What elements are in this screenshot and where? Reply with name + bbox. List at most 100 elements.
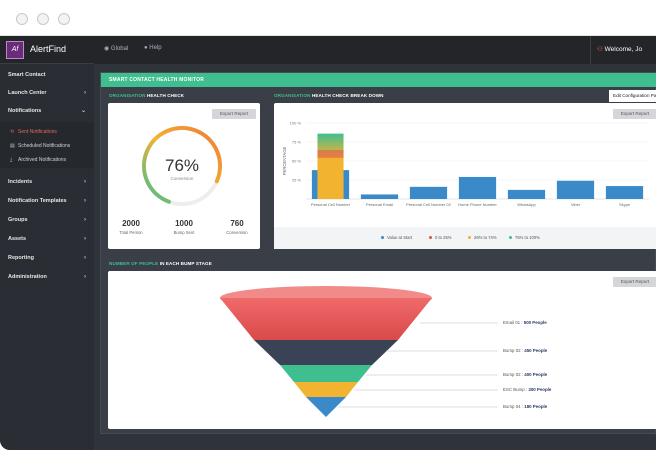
user-icon: ⚇ (597, 46, 603, 53)
legend-dot-icon (381, 236, 384, 240)
window-close-dot[interactable] (16, 13, 28, 25)
y-tick-label: 50 % (292, 159, 302, 164)
health-check-panel: Export Report 76% Conversion 2000 Total … (108, 103, 260, 249)
help-icon: ● (144, 45, 148, 51)
legend-dot-icon (429, 236, 432, 240)
chevron-right-icon: › (84, 236, 86, 242)
bar-skype (605, 186, 644, 199)
sidebar-item-smart-contact[interactable]: Smart Contact (0, 66, 94, 84)
legend-75-to-100: 75% to 100% (509, 235, 540, 240)
browser-frame: Af AlertFind Smart Contact Launch Center… (0, 0, 656, 450)
sidebar-item-label: Assets (8, 236, 27, 242)
global-link[interactable]: ◉ Global (104, 45, 128, 52)
sidebar-subitem-archived-notifications[interactable]: ⤓ Archived Notifications (0, 153, 94, 167)
funnel-label-5: Bump 04 : 180 People (503, 404, 548, 409)
chevron-down-icon: ⌄ (80, 108, 86, 114)
breakdown-title: ORGANISATION HEALTH CHECK BREAK DOWN (274, 93, 384, 98)
sidebar-item-label: Reporting (8, 255, 34, 261)
legend-dot-icon (468, 236, 471, 240)
bar-personal-email (360, 194, 399, 199)
y-tick-label: 75 % (292, 140, 302, 145)
breakdown-panel: Export Report PERCENTAGE 100 % 75 % 50 % 25 … (274, 103, 656, 249)
legend-value-at-start: Value at Start (381, 235, 412, 240)
window-titlebar (0, 0, 656, 36)
chevron-right-icon: › (84, 179, 86, 185)
brand[interactable]: Af AlertFind (0, 36, 94, 64)
sidebar-item-label: Notification Templates (8, 198, 67, 204)
x-tick-label: Personal Cell Number 02 (406, 202, 451, 207)
window-minimize-dot[interactable] (37, 13, 49, 25)
calendar-icon: ▤ (10, 143, 15, 149)
funnel-stage-bump-02-a (254, 340, 398, 365)
bar-home-phone-number (458, 176, 497, 199)
sidebar-subitem-scheduled-notifications[interactable]: ▤ Scheduled Notifications (0, 139, 94, 153)
help-link[interactable]: ● Help (144, 45, 162, 51)
gauge-percent: 76% (165, 156, 199, 175)
stat-total-person-value: 2000 (122, 219, 140, 228)
global-label: Global (110, 46, 129, 52)
funnel-stage-email-01 (220, 298, 432, 340)
sidebar-item-label: Smart Contact (8, 72, 46, 78)
health-check-title: ORGANISATION HEALTH CHECK (109, 93, 185, 98)
legend-0-to-25: 0 to 25% (429, 235, 452, 240)
sidebar-item-notification-templates[interactable]: Notification Templates › (0, 192, 94, 210)
chart-legend: Value at Start 0 to 25% 26% to 74% 75% t… (274, 227, 656, 249)
x-tick-label: Home Phone Number (458, 202, 497, 207)
app-window: Af AlertFind Smart Contact Launch Center… (0, 36, 656, 450)
bump-stage-panel: Export Report Email 01: 500 People Bump… (108, 271, 656, 429)
funnel-label-3: Bump 02 : 400 People (503, 372, 548, 377)
stat-conversion-value: 760 (230, 219, 244, 228)
chevron-right-icon: › (84, 198, 86, 204)
chevron-right-icon: › (84, 217, 86, 223)
y-tick-label: 100 % (290, 121, 302, 126)
bar-personal-cell-number-02 (409, 186, 448, 199)
health-export-button[interactable]: Export Report (212, 109, 256, 119)
sidebar-item-label: Groups (8, 217, 28, 223)
y-axis-label: PERCENTAGE (282, 147, 287, 176)
chevron-right-icon: › (84, 255, 86, 261)
sidebar: Af AlertFind Smart Contact Launch Center… (0, 36, 94, 450)
bar-value-at-start-left (311, 170, 318, 199)
gauge-caption: Conversion (171, 176, 194, 181)
sidebar-item-label: Administration (8, 274, 47, 280)
monitor-title: SMART CONTACT HEALTH MONITOR (101, 73, 656, 87)
sidebar-item-incidents[interactable]: Incidents › (0, 173, 94, 191)
sidebar-item-label: Incidents (8, 179, 33, 185)
sidebar-subitem-label: Sent Notifications (18, 129, 57, 135)
funnel-label-2: Bump 02 : 450 People (503, 348, 548, 353)
legend-dot-icon (509, 236, 512, 240)
sent-icon: ⟲ (10, 129, 15, 135)
sidebar-item-administration[interactable]: Administration › (0, 268, 94, 286)
bump-funnel (220, 286, 498, 417)
conversion-gauge: 76% Conversion (142, 126, 222, 206)
brand-logo-icon: Af (6, 41, 24, 59)
sidebar-item-groups[interactable]: Groups › (0, 211, 94, 229)
sidebar-subitem-sent-notifications[interactable]: ⟲ Sent Notifications (0, 125, 94, 139)
x-tick-label: Personal Email (366, 202, 393, 207)
bar-value-at-start-right (343, 170, 350, 199)
user-menu[interactable]: ⚇ Welcome, Jo (590, 36, 656, 64)
main-content: SMART CONTACT HEALTH MONITOR ORGANISATIO… (94, 64, 656, 450)
window-maximize-dot[interactable] (58, 13, 70, 25)
legend-26-to-74: 26% to 74% (468, 235, 497, 240)
funnel-stage-esc-bump (294, 382, 358, 397)
sidebar-subitem-label: Scheduled Notifications (18, 143, 71, 149)
welcome-text: Welcome, Jo (604, 46, 643, 53)
sidebar-item-assets[interactable]: Assets › (0, 230, 94, 248)
top-bar: ◉ Global ● Help ⚇ Welcome, Jo (94, 36, 656, 64)
archive-icon: ⤓ (10, 157, 13, 163)
chevron-right-icon: › (84, 274, 86, 280)
stat-bump-sent-label: Bump Sent (173, 230, 195, 235)
health-monitor: SMART CONTACT HEALTH MONITOR ORGANISATIO… (100, 72, 656, 434)
edit-configuration-button[interactable]: Edit Configuration Pag (609, 90, 656, 102)
sidebar-item-launch-center[interactable]: Launch Center › (0, 84, 94, 102)
sidebar-item-reporting[interactable]: Reporting › (0, 249, 94, 267)
stat-total-person-label: Total Person (119, 230, 143, 235)
funnel-label-1: Email 01 : 500 People (503, 320, 547, 325)
y-tick-label: 25 % (292, 178, 302, 183)
funnel-stage-bump-02-b (280, 365, 372, 382)
sidebar-item-label: Launch Center (8, 90, 47, 96)
sidebar-item-notifications[interactable]: Notifications ⌄ (0, 102, 94, 120)
sidebar-subitem-label: Archived Notifications (18, 157, 67, 163)
x-tick-label: Viber (571, 202, 581, 207)
